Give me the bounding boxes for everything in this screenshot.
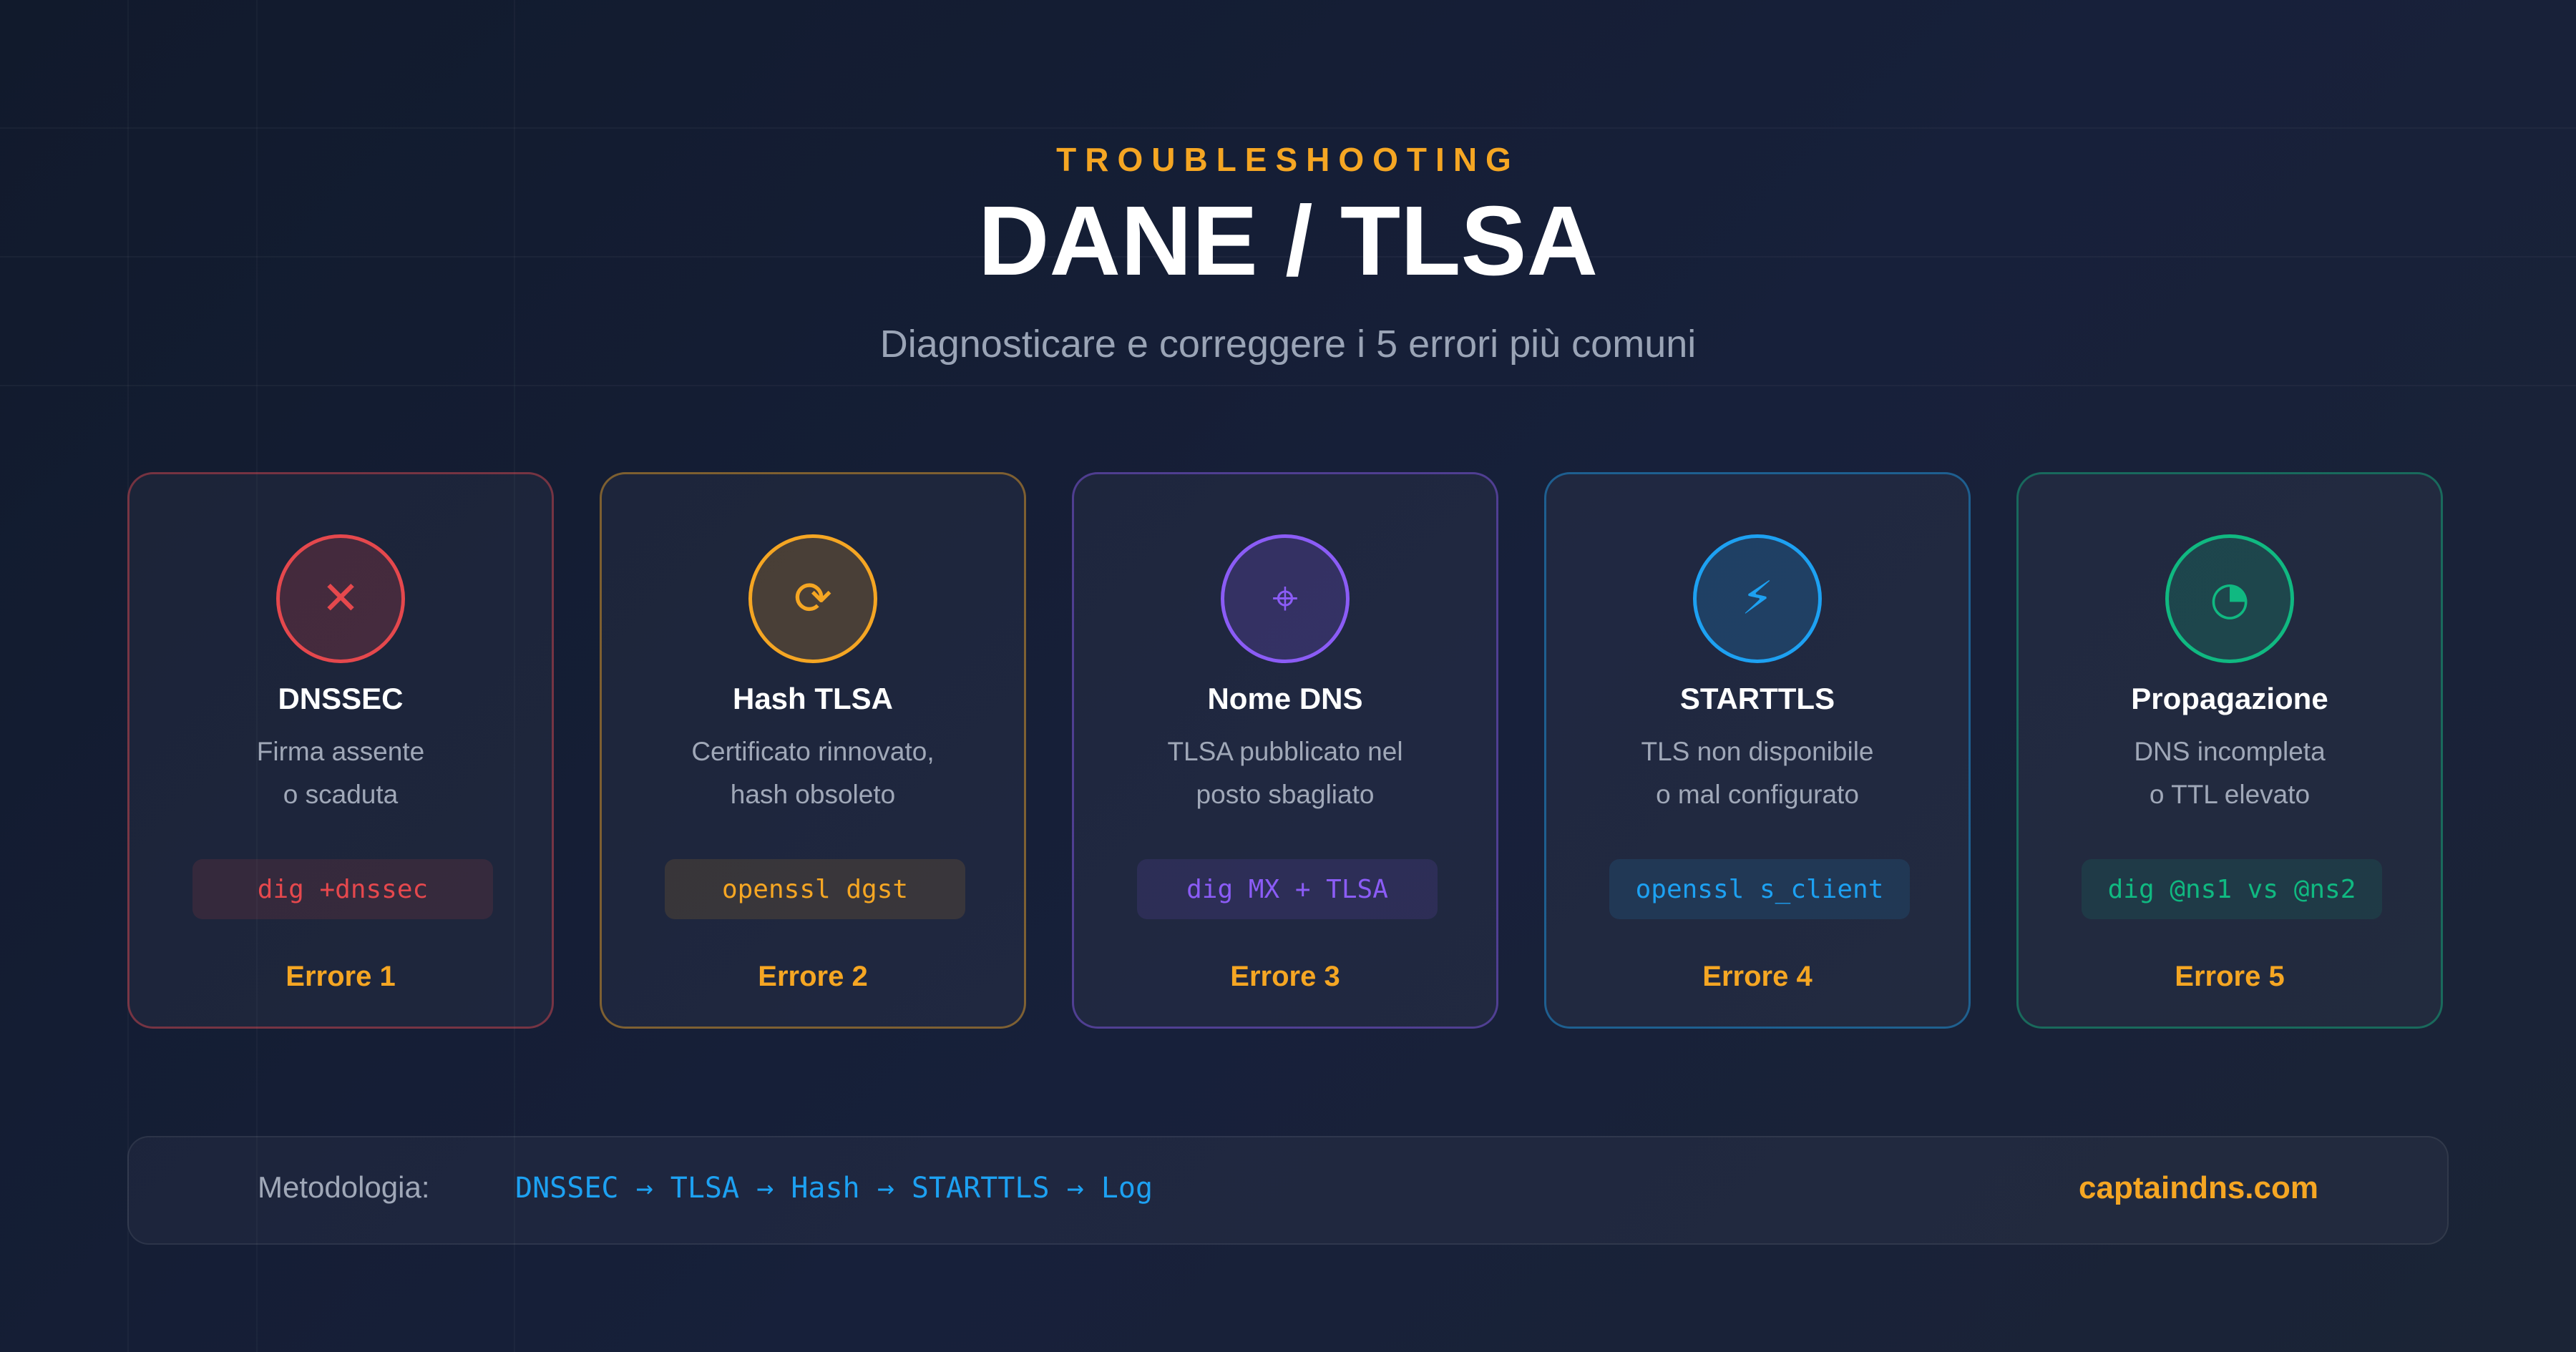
- card-description: TLSA pubblicato nel posto sbagliato: [1074, 730, 1496, 816]
- error-label: Errore 2: [758, 961, 868, 992]
- grid-line: [0, 385, 2576, 386]
- card-description: TLS non disponibile o mal configurato: [1546, 730, 1968, 816]
- card-description-line: Firma assente: [256, 737, 425, 766]
- card-description: DNS incompleta o TTL elevato: [2019, 730, 2441, 816]
- methodology-flow: DNSSEC → TLSA → Hash → STARTTLS → Log: [515, 1172, 1153, 1205]
- card-description-line: hash obsoleto: [730, 780, 896, 809]
- card-description: Certificato rinnovato, hash obsoleto: [602, 730, 1024, 816]
- error-card-propagazione: ◔ Propagazione DNS incompleta o TTL elev…: [2016, 472, 2443, 1029]
- eyebrow-label: TROUBLESHOOTING: [1056, 141, 1520, 178]
- grid-line: [0, 127, 2576, 129]
- card-description-line: TLS non disponibile: [1641, 737, 1874, 766]
- card-title: DNSSEC: [278, 682, 404, 715]
- error-card-nome-dns: ⌖ Nome DNS TLSA pubblicato nel posto sba…: [1072, 472, 1498, 1029]
- command-snippet: dig MX + TLSA: [1137, 859, 1438, 919]
- methodology-bar: Metodologia: DNSSEC → TLSA → Hash → STAR…: [127, 1136, 2449, 1245]
- card-title: Hash TLSA: [732, 682, 894, 715]
- card-description-line: Certificato rinnovato,: [691, 737, 935, 766]
- card-description: Firma assente o scaduta: [130, 730, 552, 816]
- card-description-line: o mal configurato: [1656, 780, 1859, 809]
- crosshair-icon: ⌖: [1221, 534, 1350, 663]
- card-title: STARTTLS: [1679, 682, 1835, 715]
- card-title: Propagazione: [2131, 682, 2328, 715]
- x-icon: ✕: [276, 534, 405, 663]
- brand-link[interactable]: captaindns.com: [2079, 1170, 2318, 1206]
- page-title: DANE / TLSA: [977, 186, 1599, 296]
- error-card-dnssec: ✕ DNSSEC Firma assente o scaduta dig +dn…: [127, 472, 554, 1029]
- refresh-icon: ⟳: [748, 534, 877, 663]
- lightning-icon: ⚡: [1693, 534, 1822, 663]
- card-description-line: o TTL elevato: [2149, 780, 2311, 809]
- card-description-line: TLSA pubblicato nel: [1167, 737, 1403, 766]
- pie-clock-icon: ◔: [2165, 534, 2294, 663]
- card-description-line: DNS incompleta: [2134, 737, 2326, 766]
- command-snippet: dig +dnssec: [192, 859, 493, 919]
- error-label: Errore 5: [2175, 961, 2285, 992]
- command-snippet: openssl s_client: [1609, 859, 1910, 919]
- page-subtitle: Diagnosticare e correggere i 5 errori pi…: [879, 323, 1697, 366]
- error-card-hash-tlsa: ⟳ Hash TLSA Certificato rinnovato, hash …: [600, 472, 1026, 1029]
- command-snippet: openssl dgst: [665, 859, 965, 919]
- card-title: Nome DNS: [1207, 682, 1363, 715]
- card-description-line: posto sbagliato: [1196, 780, 1375, 809]
- error-card-starttls: ⚡ STARTTLS TLS non disponibile o mal con…: [1544, 472, 1971, 1029]
- methodology-label: Metodologia:: [258, 1170, 430, 1204]
- command-snippet: dig @ns1 vs @ns2: [2082, 859, 2382, 919]
- error-label: Errore 3: [1230, 961, 1340, 992]
- error-label: Errore 4: [1702, 961, 1813, 992]
- card-description-line: o scaduta: [283, 780, 399, 809]
- error-label: Errore 1: [286, 961, 396, 992]
